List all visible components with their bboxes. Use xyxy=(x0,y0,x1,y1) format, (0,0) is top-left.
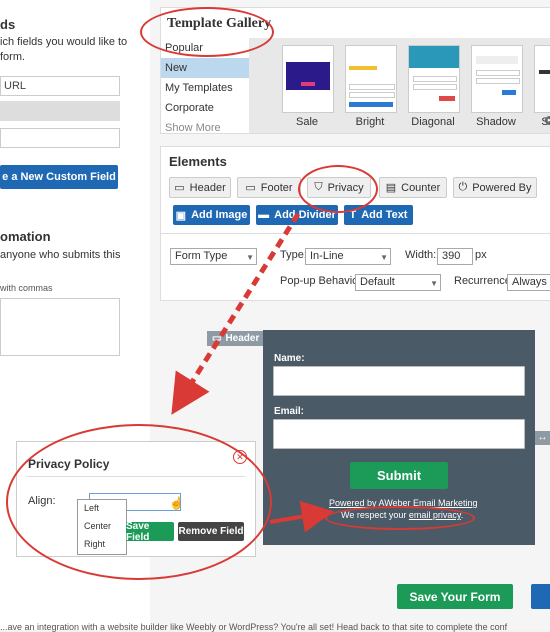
dashed-arrow-privacy-to-popup xyxy=(171,212,301,415)
annotation-arrows xyxy=(171,212,334,533)
arrow-popup-to-privacy-text xyxy=(269,500,334,533)
